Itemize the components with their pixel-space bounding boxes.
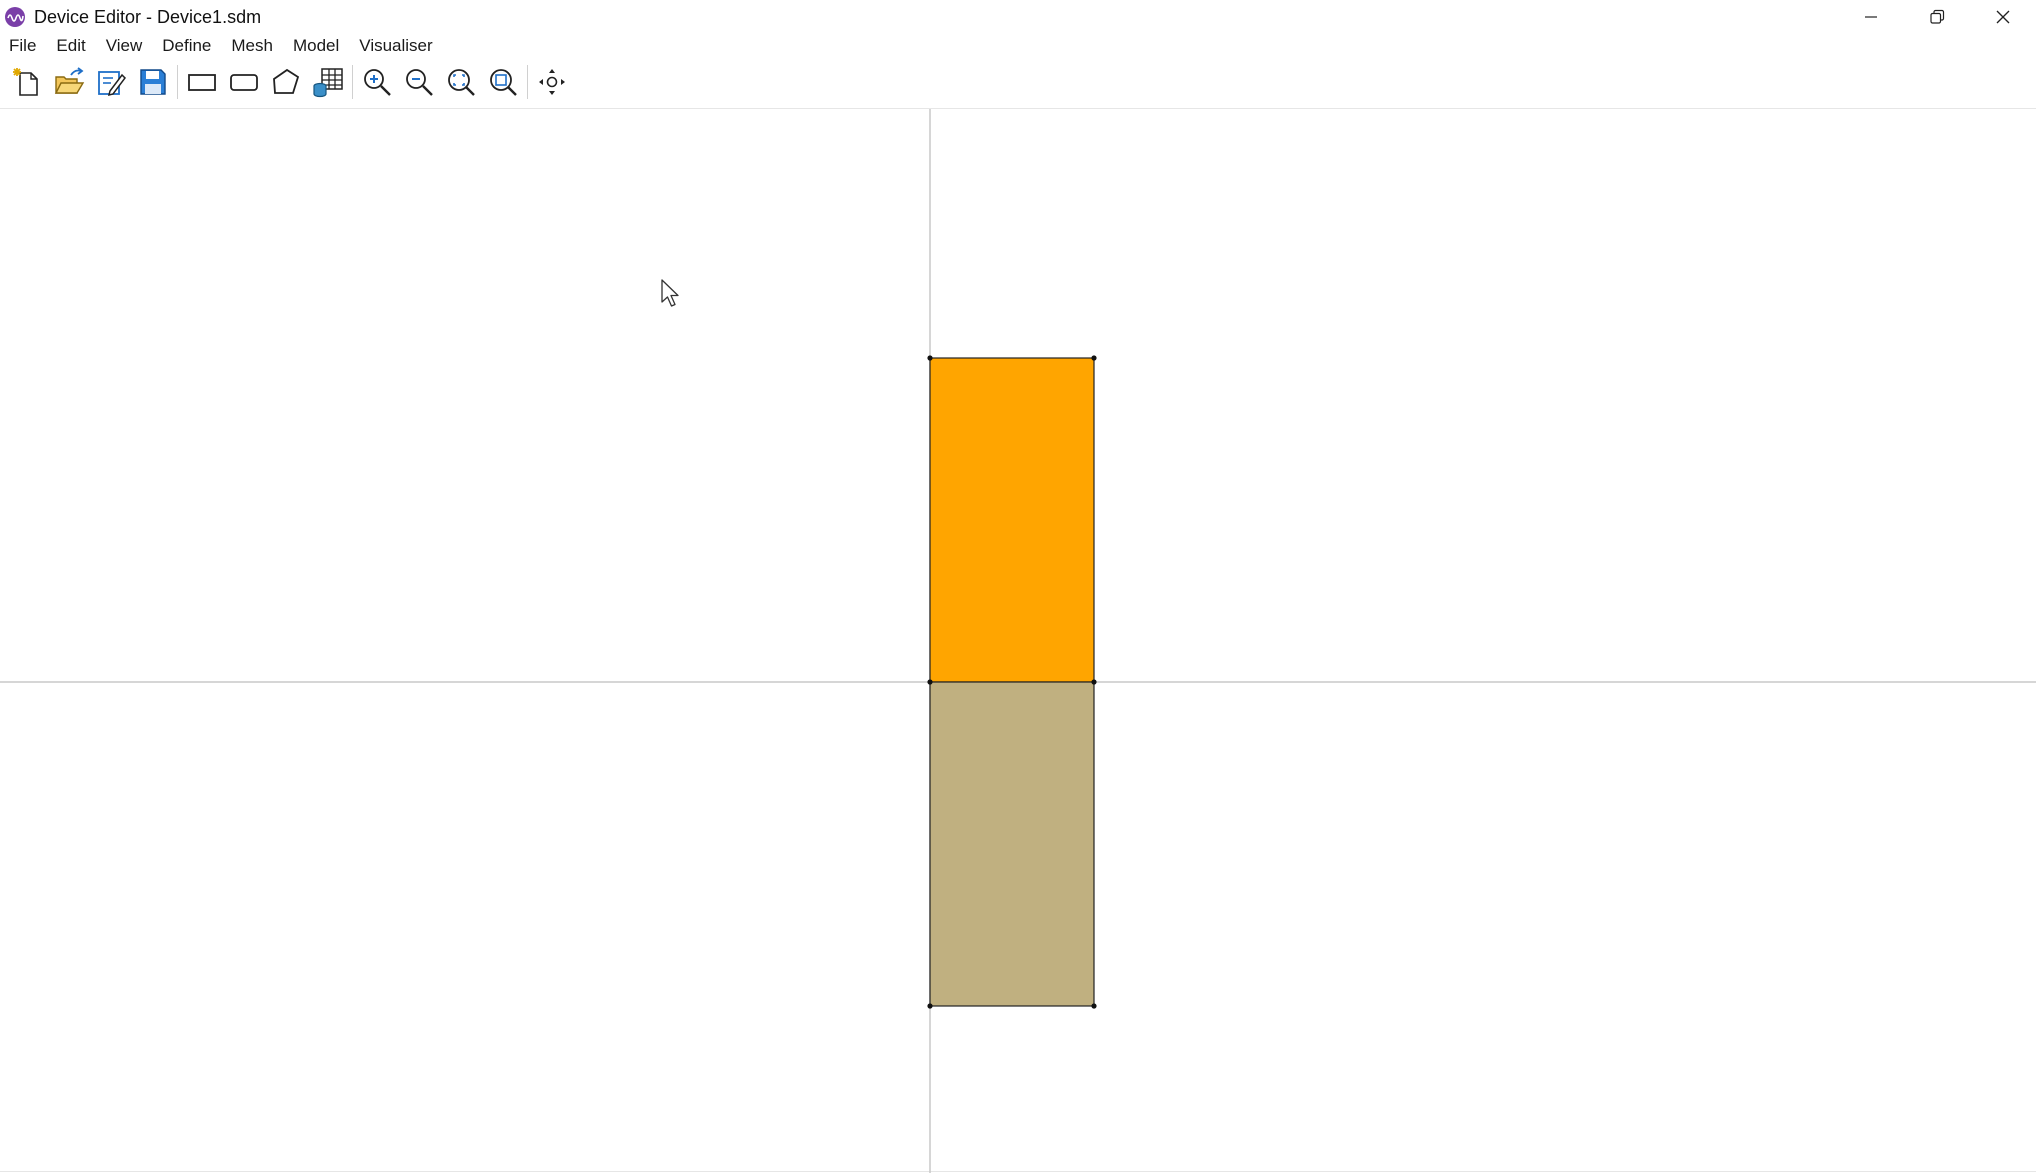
- rounded-rectangle-tool-button[interactable]: [223, 62, 265, 102]
- lower-region[interactable]: [929, 681, 1095, 1007]
- title-bar: Device Editor - Device1.sdm: [0, 0, 2036, 34]
- zoom-region-icon: [490, 69, 517, 96]
- save-button[interactable]: [132, 62, 174, 102]
- menu-mesh[interactable]: Mesh: [221, 34, 283, 58]
- pan-button[interactable]: [531, 62, 573, 102]
- zoom-region-button[interactable]: [482, 62, 524, 102]
- vertex-point[interactable]: [927, 679, 933, 685]
- edit-file-button[interactable]: [90, 62, 132, 102]
- zoom-in-button[interactable]: [356, 62, 398, 102]
- close-icon: [1996, 10, 2010, 24]
- rounded-rectangle-icon: [230, 74, 258, 91]
- menu-define[interactable]: Define: [152, 34, 221, 58]
- zoom-out-button[interactable]: [398, 62, 440, 102]
- upper-region[interactable]: [929, 357, 1095, 683]
- toolbar-separator: [352, 65, 353, 99]
- save-icon: [140, 69, 166, 95]
- app-logo-icon: [5, 7, 25, 27]
- polygon-tool-button[interactable]: [265, 62, 307, 102]
- menu-view[interactable]: View: [96, 34, 153, 58]
- vertex-point[interactable]: [1091, 679, 1097, 685]
- pan-icon: [539, 69, 565, 95]
- open-folder-icon: [54, 67, 85, 94]
- toolbar: [0, 60, 2036, 104]
- restore-button[interactable]: [1904, 0, 1970, 34]
- vertex-point[interactable]: [1091, 355, 1097, 361]
- vertex-point[interactable]: [927, 1003, 933, 1009]
- new-file-button[interactable]: [6, 62, 48, 102]
- minimize-icon: [1865, 16, 1877, 18]
- minimize-button[interactable]: [1838, 0, 1904, 34]
- window-controls: [1838, 0, 2036, 34]
- open-folder-button[interactable]: [48, 62, 90, 102]
- window-title: Device Editor - Device1.sdm: [34, 6, 262, 27]
- menu-edit[interactable]: Edit: [46, 34, 95, 58]
- zoom-fit-icon: [448, 69, 475, 96]
- rectangle-tool-button[interactable]: [181, 62, 223, 102]
- mouse-cursor-icon: [661, 279, 679, 307]
- menu-file[interactable]: File: [0, 34, 46, 58]
- toolbar-separator: [177, 65, 178, 99]
- menu-visualiser[interactable]: Visualiser: [349, 34, 442, 58]
- close-button[interactable]: [1970, 0, 2036, 34]
- new-file-icon: [13, 68, 38, 96]
- material-table-button[interactable]: [307, 62, 349, 102]
- toolbar-separator: [527, 65, 528, 99]
- polygon-icon: [273, 68, 300, 94]
- menu-bar: File Edit View Define Mesh Model Visuali…: [0, 34, 2036, 58]
- zoom-out-icon: [406, 69, 433, 96]
- material-table-icon: [313, 68, 343, 98]
- rectangle-icon: [188, 74, 216, 91]
- edit-file-icon: [98, 71, 126, 97]
- canvas-svg[interactable]: [0, 109, 2036, 1173]
- vertex-point[interactable]: [1091, 1003, 1097, 1009]
- vertex-point[interactable]: [927, 355, 933, 361]
- drawing-canvas[interactable]: [0, 108, 2036, 1173]
- menu-model[interactable]: Model: [283, 34, 349, 58]
- zoom-in-icon: [364, 69, 391, 96]
- zoom-fit-button[interactable]: [440, 62, 482, 102]
- restore-icon: [1930, 9, 1945, 24]
